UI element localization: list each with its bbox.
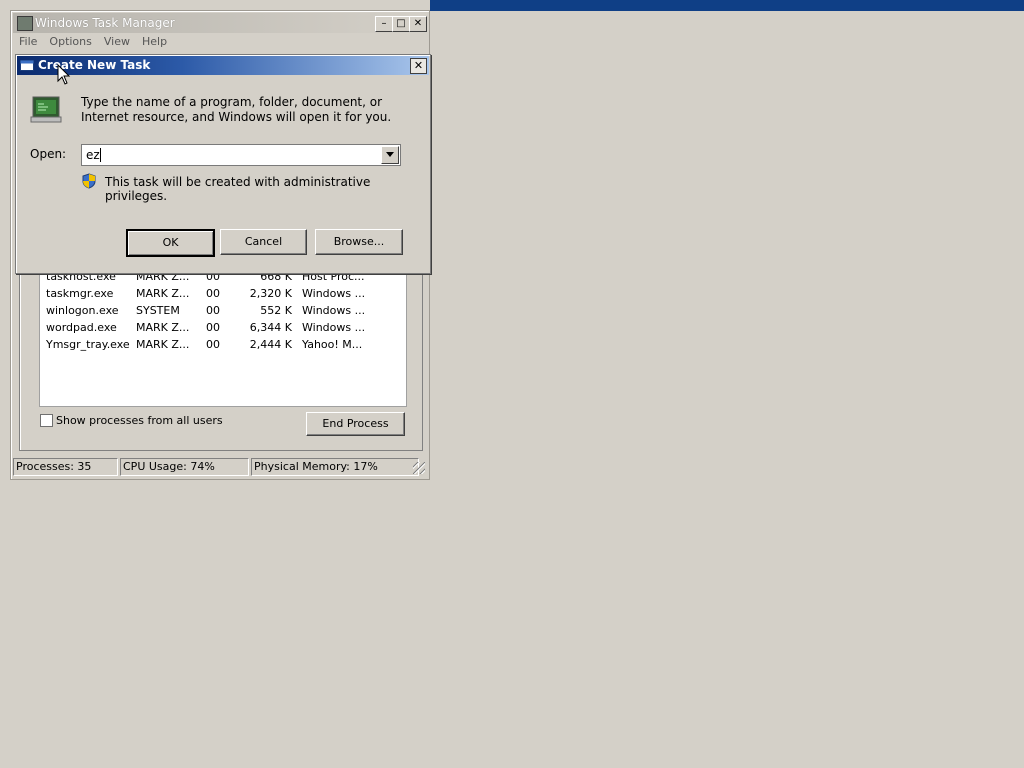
- status-bar: Processes: 35 CPU Usage: 74% Physical Me…: [13, 458, 427, 476]
- process-description: Windows ...: [302, 287, 366, 300]
- process-user: MARK Z...: [136, 338, 190, 351]
- menu-view[interactable]: View: [104, 35, 130, 48]
- close-button[interactable]: ✕: [409, 16, 427, 32]
- task-manager-title: Windows Task Manager: [35, 16, 175, 30]
- process-memory: 2,320 K: [249, 287, 292, 300]
- process-name: taskhost.exe: [46, 273, 116, 283]
- cancel-button[interactable]: Cancel: [220, 229, 307, 255]
- table-row[interactable]: Ymsgr_tray.exe MARK Z... 00 2,444 K Yaho…: [40, 336, 406, 353]
- resize-grip[interactable]: [413, 462, 425, 474]
- task-manager-icon: [17, 16, 33, 31]
- shield-icon: [82, 173, 96, 189]
- table-row[interactable]: taskhost.exe MARK Z... 00 668 K Host Pro…: [40, 273, 406, 285]
- dialog-description: Type the name of a program, folder, docu…: [81, 95, 392, 124]
- open-combobox[interactable]: ez: [81, 144, 401, 166]
- end-process-button[interactable]: End Process: [306, 412, 405, 436]
- process-list[interactable]: taskhost.exe MARK Z... 00 668 K Host Pro…: [39, 273, 407, 407]
- process-user: MARK Z...: [136, 273, 190, 283]
- table-row[interactable]: wordpad.exe MARK Z... 00 6,344 K Windows…: [40, 319, 406, 336]
- menu-help[interactable]: Help: [142, 35, 167, 48]
- maximize-button[interactable]: □: [392, 16, 410, 32]
- process-description: Yahoo! M...: [302, 338, 363, 351]
- desktop-top-strip: [430, 0, 1024, 11]
- process-cpu: 00: [206, 304, 220, 317]
- show-all-users-checkbox[interactable]: [40, 414, 53, 427]
- process-name: taskmgr.exe: [46, 287, 114, 300]
- process-user: SYSTEM: [136, 304, 180, 317]
- process-description: Windows ...: [302, 321, 366, 334]
- browse-button[interactable]: Browse...: [315, 229, 403, 255]
- process-cpu: 00: [206, 321, 220, 334]
- process-memory: 552 K: [260, 304, 292, 317]
- process-memory: 6,344 K: [249, 321, 292, 334]
- dialog-titlebar[interactable]: Create New Task ✕: [17, 56, 429, 75]
- table-row[interactable]: winlogon.exe SYSTEM 00 552 K Windows ...: [40, 302, 406, 319]
- menu-options[interactable]: Options: [49, 35, 91, 48]
- dropdown-arrow-button[interactable]: [381, 146, 399, 164]
- dialog-title: Create New Task: [38, 58, 151, 72]
- run-icon: [20, 60, 34, 71]
- status-cpu-usage: CPU Usage: 74%: [120, 458, 249, 476]
- dialog-close-button[interactable]: ✕: [410, 58, 427, 74]
- process-cpu: 00: [206, 287, 220, 300]
- menu-bar: File Options View Help: [19, 35, 179, 53]
- open-input[interactable]: ez: [86, 148, 100, 162]
- process-memory: 668 K: [260, 273, 292, 283]
- task-manager-titlebar[interactable]: Windows Task Manager – □ ✕: [13, 13, 427, 33]
- admin-privileges-note: This task will be created with administr…: [105, 175, 371, 203]
- process-memory: 2,444 K: [249, 338, 292, 351]
- process-name: winlogon.exe: [46, 304, 119, 317]
- process-description: Host Proc...: [302, 273, 365, 283]
- process-name: wordpad.exe: [46, 321, 117, 334]
- program-window-icon: [30, 96, 62, 123]
- status-physical-memory: Physical Memory: 17%: [251, 458, 419, 476]
- process-user: MARK Z...: [136, 287, 190, 300]
- mouse-cursor-icon: [57, 64, 71, 85]
- table-row[interactable]: taskmgr.exe MARK Z... 00 2,320 K Windows…: [40, 285, 406, 302]
- minimize-button[interactable]: –: [375, 16, 393, 32]
- open-label: Open:: [30, 147, 67, 161]
- process-name: Ymsgr_tray.exe: [46, 338, 130, 351]
- show-all-users-label[interactable]: Show processes from all users: [56, 414, 223, 427]
- text-caret: [100, 148, 101, 162]
- chevron-down-icon: [386, 152, 394, 157]
- process-user: MARK Z...: [136, 321, 190, 334]
- create-new-task-dialog: Create New Task ✕ Type the name of a pro…: [15, 54, 431, 274]
- menu-file[interactable]: File: [19, 35, 37, 48]
- process-description: Windows ...: [302, 304, 366, 317]
- process-cpu: 00: [206, 273, 220, 283]
- status-processes: Processes: 35: [13, 458, 118, 476]
- ok-button[interactable]: OK: [126, 229, 215, 257]
- process-cpu: 00: [206, 338, 220, 351]
